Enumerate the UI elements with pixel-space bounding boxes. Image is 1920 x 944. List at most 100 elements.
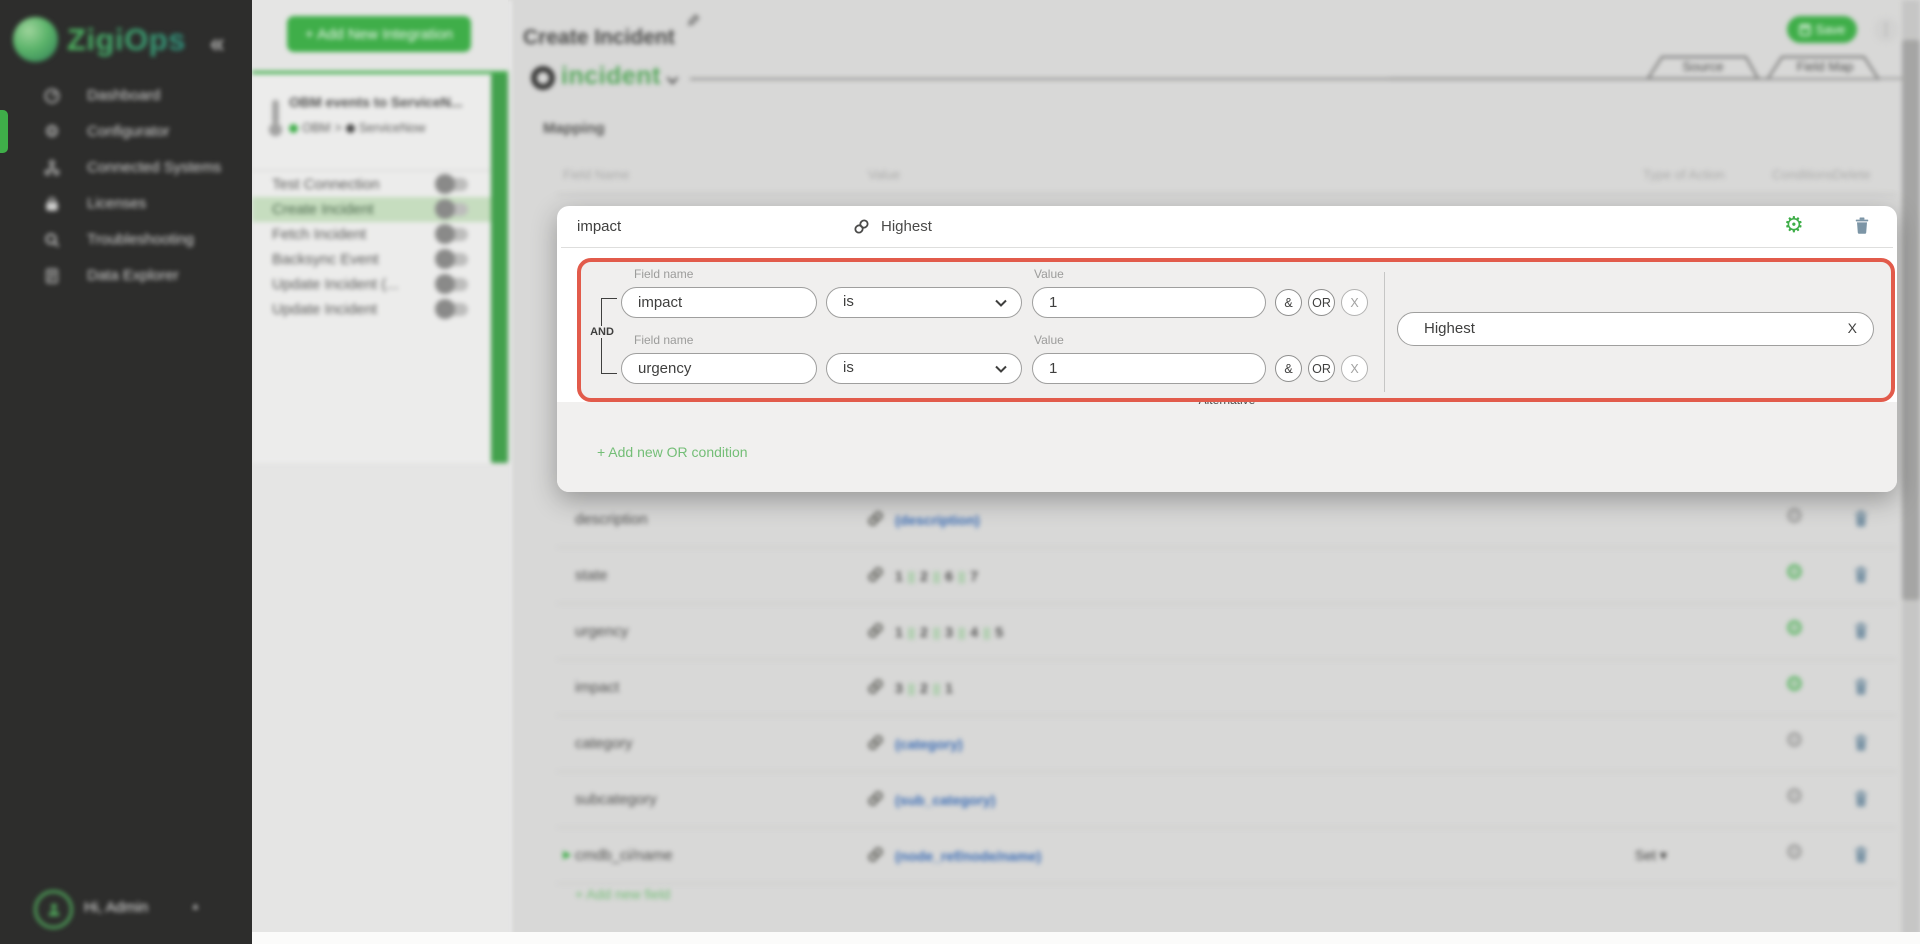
col-field-name: Field Name <box>563 167 629 182</box>
conditions-gear-icon[interactable]: ⚙ <box>1784 214 1804 236</box>
delete-trash-icon[interactable] <box>1854 566 1868 588</box>
mapping-row[interactable]: subcategory (sub_category) ⚙ <box>557 772 1897 828</box>
result-value-input[interactable]: Highest X <box>1397 312 1874 346</box>
conditions-gear-icon[interactable]: ⚙ <box>1785 618 1804 639</box>
integration-panel: + Add New Integration OBM events to Serv… <box>252 0 508 944</box>
target-icon-dot <box>346 124 355 133</box>
conditions-gear-icon[interactable]: ⚙ <box>1785 786 1804 807</box>
sidebar-item-licenses[interactable]: Licenses <box>0 186 252 222</box>
conditions-gear-icon[interactable]: ⚙ <box>1785 730 1804 751</box>
focused-field-name: impact <box>577 206 621 247</box>
mapping-field-name: cmdb_ci/name <box>575 847 673 864</box>
remove-condition-button[interactable]: X <box>1341 289 1368 316</box>
tab-field-map[interactable]: Field Map <box>1765 59 1885 74</box>
sidebar-item-dashboard[interactable]: Dashboard <box>0 78 252 114</box>
kebab-menu-icon[interactable]: ⋮ <box>1874 17 1898 43</box>
chevron-down-icon[interactable] <box>666 72 679 90</box>
save-button[interactable]: Save <box>1787 16 1857 43</box>
delete-trash-icon[interactable] <box>1854 846 1868 868</box>
app-logo-text: ZigiOps <box>67 22 186 58</box>
chevron-up-icon: ▲ <box>191 901 200 911</box>
panel-scrollbar[interactable] <box>491 74 508 463</box>
integration-item[interactable]: OBM events to ServiceN... OBM > ServiceN… <box>252 74 491 171</box>
user-avatar <box>34 890 73 929</box>
condition-operator-select[interactable]: is <box>826 353 1022 384</box>
sidebar-item-configurator[interactable]: ⚙ Configurator <box>0 114 252 150</box>
integration-action-item[interactable]: Create Incident <box>252 197 491 222</box>
mapping-field-name: urgency <box>575 623 628 640</box>
and-condition-button[interactable]: & <box>1275 289 1302 316</box>
mapping-field-name: category <box>575 735 633 752</box>
condition-operator-select[interactable]: is <box>826 287 1022 318</box>
link-icon <box>867 622 884 644</box>
condition-footer-area <box>557 402 1897 492</box>
remove-condition-button[interactable]: X <box>1341 355 1368 382</box>
col-value: Value <box>868 167 900 182</box>
search-icon <box>42 230 62 250</box>
integration-action-item[interactable]: Test Connection <box>252 172 491 197</box>
condition-field-input[interactable] <box>621 287 817 318</box>
integration-action-item[interactable]: Fetch Incident <box>252 222 491 247</box>
sidebar-item-troubleshooting[interactable]: Troubleshooting <box>0 222 252 258</box>
action-label: Update Incident (... <box>272 276 399 293</box>
tab-source[interactable]: Source <box>1643 59 1763 74</box>
action-toggle[interactable] <box>438 228 468 241</box>
mapping-label: Mapping <box>543 120 605 137</box>
main-scrollbar-thumb[interactable] <box>1902 40 1920 600</box>
conditions-gear-icon[interactable]: ⚙ <box>1785 842 1804 863</box>
mapping-row[interactable]: urgency 1||2||3||4||5 ⚙ <box>557 604 1897 660</box>
mapping-row[interactable]: state 1||2||6||7 ⚙ <box>557 548 1897 604</box>
mapping-field-name: state <box>575 567 608 584</box>
delete-trash-icon[interactable] <box>1854 678 1868 700</box>
section-name[interactable]: incident <box>561 62 661 91</box>
clear-result-button[interactable]: X <box>1848 320 1857 336</box>
condition-value-input[interactable] <box>1032 287 1266 318</box>
main-content: Create Incident ✎ Save ⋮ Source Field Ma… <box>508 0 1920 944</box>
incident-ring-icon <box>531 66 555 90</box>
action-toggle[interactable] <box>438 253 468 266</box>
condition-field-input[interactable] <box>621 353 817 384</box>
condition-value-input[interactable] <box>1032 353 1266 384</box>
action-toggle[interactable] <box>438 303 468 316</box>
user-menu[interactable]: Hi, Admin ▲ <box>0 888 252 932</box>
integration-action-item[interactable]: Update Incident (... <box>252 272 491 297</box>
edit-pencil-icon[interactable]: ✎ <box>686 12 700 32</box>
mapping-row[interactable]: category (category) ⚙ <box>557 716 1897 772</box>
expand-icon[interactable]: ▶ <box>563 848 571 861</box>
delete-trash-icon[interactable] <box>1854 790 1868 812</box>
mapping-row[interactable]: ▶ cmdb_ci/name (node_ref/node/name) Set … <box>557 828 1897 884</box>
save-icon <box>1799 24 1811 36</box>
conditions-gear-icon[interactable]: ⚙ <box>1785 506 1804 527</box>
sidebar-item-data-explorer[interactable]: Data Explorer <box>0 258 252 294</box>
add-new-field-link[interactable]: + Add new field <box>575 886 670 902</box>
integration-action-item[interactable]: Backsync Event <box>252 247 491 272</box>
sidebar-collapse-button[interactable]: « <box>210 28 224 59</box>
conditions-gear-icon[interactable]: ⚙ <box>1785 562 1804 583</box>
data-explorer-icon <box>42 266 62 286</box>
action-toggle[interactable] <box>438 178 468 191</box>
mapping-row[interactable]: impact 3||2||1 ⚙ <box>557 660 1897 716</box>
col-type-of-action: Type of Action <box>1643 167 1725 182</box>
conditions-gear-icon[interactable]: ⚙ <box>1785 674 1804 695</box>
mapping-row[interactable]: description (description) ⚙ <box>557 492 1897 548</box>
type-of-action-dropdown[interactable]: Set ▾ <box>1635 847 1667 864</box>
delete-trash-icon[interactable] <box>1855 217 1869 239</box>
add-new-integration-button[interactable]: + Add New Integration <box>287 16 471 52</box>
field-name-label: Field name <box>634 267 693 281</box>
mapping-field-name: description <box>575 511 648 528</box>
delete-trash-icon[interactable] <box>1854 510 1868 532</box>
add-or-condition-link[interactable]: + Add new OR condition <box>597 444 748 460</box>
delete-trash-icon[interactable] <box>1854 734 1868 756</box>
integration-action-item[interactable]: Update Incident <box>252 297 491 322</box>
mapping-value: 1||2||6||7 <box>895 568 978 584</box>
sidebar: ZigiOps « Dashboard ⚙ Configurator <box>0 0 252 944</box>
action-toggle[interactable] <box>438 278 468 291</box>
sidebar-item-connected-systems[interactable]: Connected Systems <box>0 150 252 186</box>
or-condition-button[interactable]: OR <box>1308 289 1335 316</box>
or-condition-button[interactable]: OR <box>1308 355 1335 382</box>
delete-trash-icon[interactable] <box>1854 622 1868 644</box>
main-scrollbar-track[interactable] <box>1902 0 1920 944</box>
and-condition-button[interactable]: & <box>1275 355 1302 382</box>
integration-title: OBM events to ServiceN... <box>289 94 463 110</box>
action-toggle[interactable] <box>438 203 468 216</box>
